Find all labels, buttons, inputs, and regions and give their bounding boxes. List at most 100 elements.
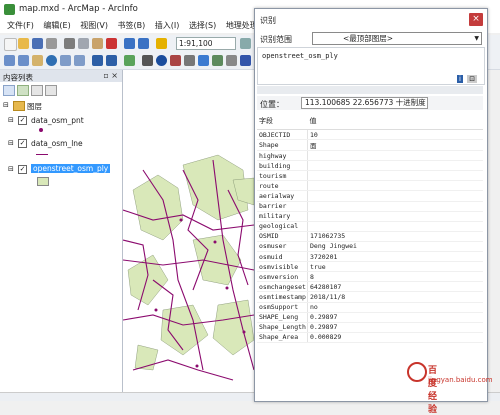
layer-name[interactable]: data_osm_lne <box>31 139 83 148</box>
add-data-icon[interactable] <box>156 38 167 49</box>
attribute-value: 10 <box>307 129 483 141</box>
layer-visibility-checkbox[interactable]: ✓ <box>18 165 27 174</box>
collapse-layer-icon[interactable]: ⊟ <box>8 116 14 124</box>
paste-icon[interactable] <box>92 38 103 49</box>
find-icon[interactable] <box>212 55 223 66</box>
go-to-xy-icon[interactable] <box>240 55 251 66</box>
layer-name[interactable]: data_osm_pnt <box>31 116 84 125</box>
menu-file[interactable]: 文件(F) <box>7 19 34 33</box>
attribute-field: route <box>257 180 308 192</box>
zoom-out-icon[interactable] <box>18 55 29 66</box>
attribute-row[interactable]: Shape_Length 0.29897 <box>257 322 483 333</box>
hyperlink-icon[interactable] <box>170 55 181 66</box>
attribute-row[interactable]: barrier <box>257 201 483 212</box>
identify-range-select[interactable]: <最顶部图层> ▼ <box>312 32 482 45</box>
select-elements-icon[interactable] <box>142 55 153 66</box>
attribute-row[interactable]: osmchangeset 64280107 <box>257 281 483 293</box>
attribute-value <box>307 201 483 212</box>
toc-header: 内容列表 ▫ × <box>0 70 122 82</box>
attribute-field: osmuid <box>257 251 308 263</box>
undo-icon[interactable] <box>124 38 135 49</box>
collapse-layer-icon[interactable]: ⊟ <box>8 139 14 147</box>
attribute-row[interactable]: osmuid 3720201 <box>257 251 483 263</box>
forward-extent-icon[interactable] <box>106 55 117 66</box>
cut-icon[interactable] <box>64 38 75 49</box>
close-icon[interactable]: × <box>469 13 483 26</box>
attribute-row[interactable]: OSMID 171062735 <box>257 231 483 242</box>
menu-bookmarks[interactable]: 书签(B) <box>118 19 146 33</box>
attribute-row[interactable]: osmvisible true <box>257 261 483 273</box>
attribute-row[interactable]: Shape_Area 0.000829 <box>257 332 483 343</box>
layer-visibility-checkbox[interactable]: ✓ <box>18 116 27 125</box>
list-by-selection-icon[interactable] <box>45 85 57 96</box>
attribute-row[interactable]: osmuser Deng Jingwei <box>257 241 483 253</box>
attribute-value: true <box>307 261 483 273</box>
pan-icon[interactable] <box>32 55 43 66</box>
identify-icon[interactable] <box>156 55 167 66</box>
map-canvas[interactable] <box>123 70 254 392</box>
pin-icon[interactable]: ⊡ <box>467 75 478 83</box>
attribute-table: 字段 值 OBJECTID 10 Shape 面 highway building tour… <box>257 113 483 343</box>
select-features-icon[interactable] <box>124 55 135 66</box>
attribute-value <box>307 150 483 162</box>
new-document-icon[interactable] <box>4 38 17 51</box>
map-scale-input[interactable]: 1:91,100 <box>176 37 236 50</box>
attribute-value: Deng Jingwei <box>307 241 483 253</box>
list-by-visibility-icon[interactable] <box>31 85 43 96</box>
attribute-field: osmtimestamp <box>257 291 308 303</box>
attribute-row[interactable]: osmtimestamp 2018/11/8 <box>257 291 483 303</box>
attribute-row[interactable]: osmversion 8 <box>257 271 483 283</box>
attribute-row[interactable]: building <box>257 160 483 172</box>
toc-title: 内容列表 <box>3 73 33 82</box>
attribute-row[interactable]: Shape 面 <box>257 139 483 152</box>
attribute-field: SHAPE_Leng <box>257 312 308 323</box>
attribute-row[interactable]: geological <box>257 221 483 232</box>
print-icon[interactable] <box>46 38 57 49</box>
editor-icon[interactable] <box>240 38 251 49</box>
results-tree-item[interactable]: openstreet_osm_ply <box>262 52 338 60</box>
layer-name-selected[interactable]: openstreet_osm_ply <box>31 164 111 173</box>
html-popup-icon[interactable] <box>184 55 195 66</box>
menu-selection[interactable]: 选择(S) <box>189 19 216 33</box>
list-by-drawing-order-icon[interactable] <box>3 85 15 96</box>
zoom-in-icon[interactable] <box>4 55 15 66</box>
results-splitter[interactable] <box>257 86 483 94</box>
back-extent-icon[interactable] <box>92 55 103 66</box>
attribute-row[interactable]: military <box>257 211 483 222</box>
fixed-zoom-in-icon[interactable] <box>60 55 71 66</box>
measure-icon[interactable] <box>198 55 209 66</box>
copy-icon[interactable] <box>78 38 89 49</box>
time-slider-icon[interactable] <box>226 55 237 66</box>
fixed-zoom-out-icon[interactable] <box>74 55 85 66</box>
menu-edit[interactable]: 编辑(E) <box>43 19 70 33</box>
attribute-field: osmvisible <box>257 261 308 273</box>
info-icon[interactable]: i <box>457 75 463 83</box>
menu-insert[interactable]: 插入(I) <box>155 19 180 33</box>
attribute-row[interactable]: SHAPE_Leng 0.29897 <box>257 312 483 323</box>
view-toggle-icons[interactable]: i ⊡ <box>457 75 478 83</box>
collapse-root-icon[interactable]: ⊟ <box>3 101 9 109</box>
attribute-row[interactable]: OBJECTID 10 <box>257 129 483 141</box>
menu-view[interactable]: 视图(V) <box>80 19 108 33</box>
collapse-layer-icon[interactable]: ⊟ <box>8 165 14 173</box>
attribute-row[interactable]: aerialway <box>257 190 483 202</box>
point-symbol-icon <box>39 128 43 132</box>
redo-icon[interactable] <box>138 38 149 49</box>
attribute-value <box>307 211 483 222</box>
attribute-field: military <box>257 211 308 222</box>
attribute-field: building <box>257 160 308 172</box>
attribute-row[interactable]: tourism <box>257 170 483 182</box>
attribute-value: no <box>307 302 483 313</box>
attribute-row[interactable]: highway <box>257 150 483 162</box>
window-title: map.mxd - ArcMap - ArcInfo <box>19 4 138 14</box>
open-folder-icon[interactable] <box>18 38 29 49</box>
attribute-row[interactable]: osmSupport no <box>257 302 483 313</box>
layer-visibility-checkbox[interactable]: ✓ <box>18 139 27 148</box>
attribute-row[interactable]: route <box>257 180 483 192</box>
save-icon[interactable] <box>32 38 43 49</box>
list-by-source-icon[interactable] <box>17 85 29 96</box>
attribute-value <box>307 170 483 182</box>
full-extent-icon[interactable] <box>46 55 57 66</box>
delete-icon[interactable] <box>106 38 117 49</box>
toc-pin-close-icon[interactable]: ▫ × <box>103 71 118 80</box>
